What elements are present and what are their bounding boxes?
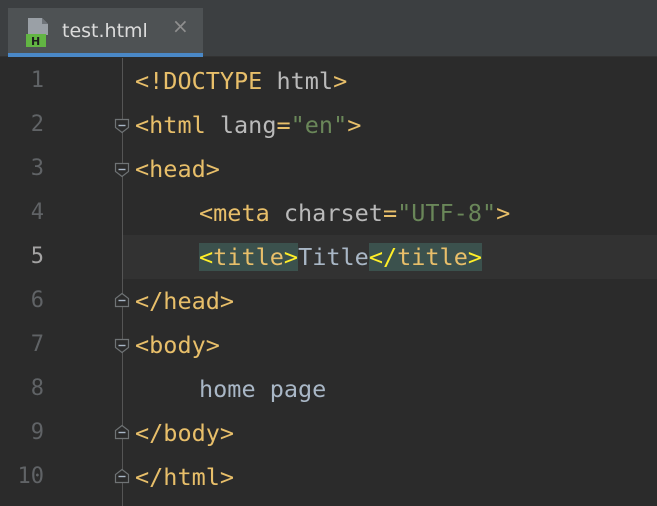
code-text: </html> [135, 463, 235, 491]
code-text: <body> [135, 331, 220, 359]
line-number: 10 [17, 464, 45, 489]
tab-label: test.html [62, 20, 148, 42]
line-number: 3 [30, 156, 44, 181]
code-line-7[interactable]: 7 <body> [0, 323, 657, 367]
code-line-10[interactable]: 10 </html> [0, 455, 657, 499]
line-number: 2 [30, 112, 44, 137]
line-number: 7 [30, 332, 44, 357]
code-text: <meta charset="UTF-8"> [199, 199, 511, 227]
code-text: <title>Title</title> [199, 243, 483, 271]
line-number: 4 [30, 200, 44, 225]
line-number: 9 [30, 420, 44, 445]
svg-text:H: H [31, 35, 40, 47]
code-line-5[interactable]: 5 <title>Title</title> [0, 235, 657, 279]
fold-end-icon[interactable] [114, 468, 130, 484]
editor-tab-bar: H test.html × [0, 0, 657, 57]
code-line-6[interactable]: 6 </head> [0, 279, 657, 323]
fold-collapse-icon[interactable] [114, 338, 130, 354]
file-tab[interactable]: H test.html × [8, 8, 203, 57]
code-line-8[interactable]: 8 home page [0, 367, 657, 411]
fold-end-icon[interactable] [114, 292, 130, 308]
fold-collapse-icon[interactable] [114, 118, 130, 134]
fold-end-icon[interactable] [114, 424, 130, 440]
code-line-1[interactable]: 1 <!DOCTYPE html> [0, 59, 657, 103]
line-number: 6 [30, 288, 44, 313]
code-line-3[interactable]: 3 <head> [0, 147, 657, 191]
fold-collapse-icon[interactable] [114, 162, 130, 178]
line-number: 1 [30, 68, 44, 93]
code-editor[interactable]: 1 <!DOCTYPE html> 2 <html lang="en"> 3 <… [0, 58, 657, 506]
line-number: 8 [30, 376, 44, 401]
code-text: </head> [135, 287, 235, 315]
code-line-2[interactable]: 2 <html lang="en"> [0, 103, 657, 147]
line-number-current: 5 [30, 244, 44, 269]
code-text: home page [199, 375, 327, 403]
code-text: <head> [135, 155, 220, 183]
html-file-icon: H [26, 18, 48, 47]
code-text: </body> [135, 419, 235, 447]
code-text: <!DOCTYPE html> [135, 67, 348, 95]
code-line-9[interactable]: 9 </body> [0, 411, 657, 455]
close-icon[interactable]: × [172, 16, 189, 36]
code-text: <html lang="en"> [135, 111, 362, 139]
code-line-4[interactable]: 4 <meta charset="UTF-8"> [0, 191, 657, 235]
